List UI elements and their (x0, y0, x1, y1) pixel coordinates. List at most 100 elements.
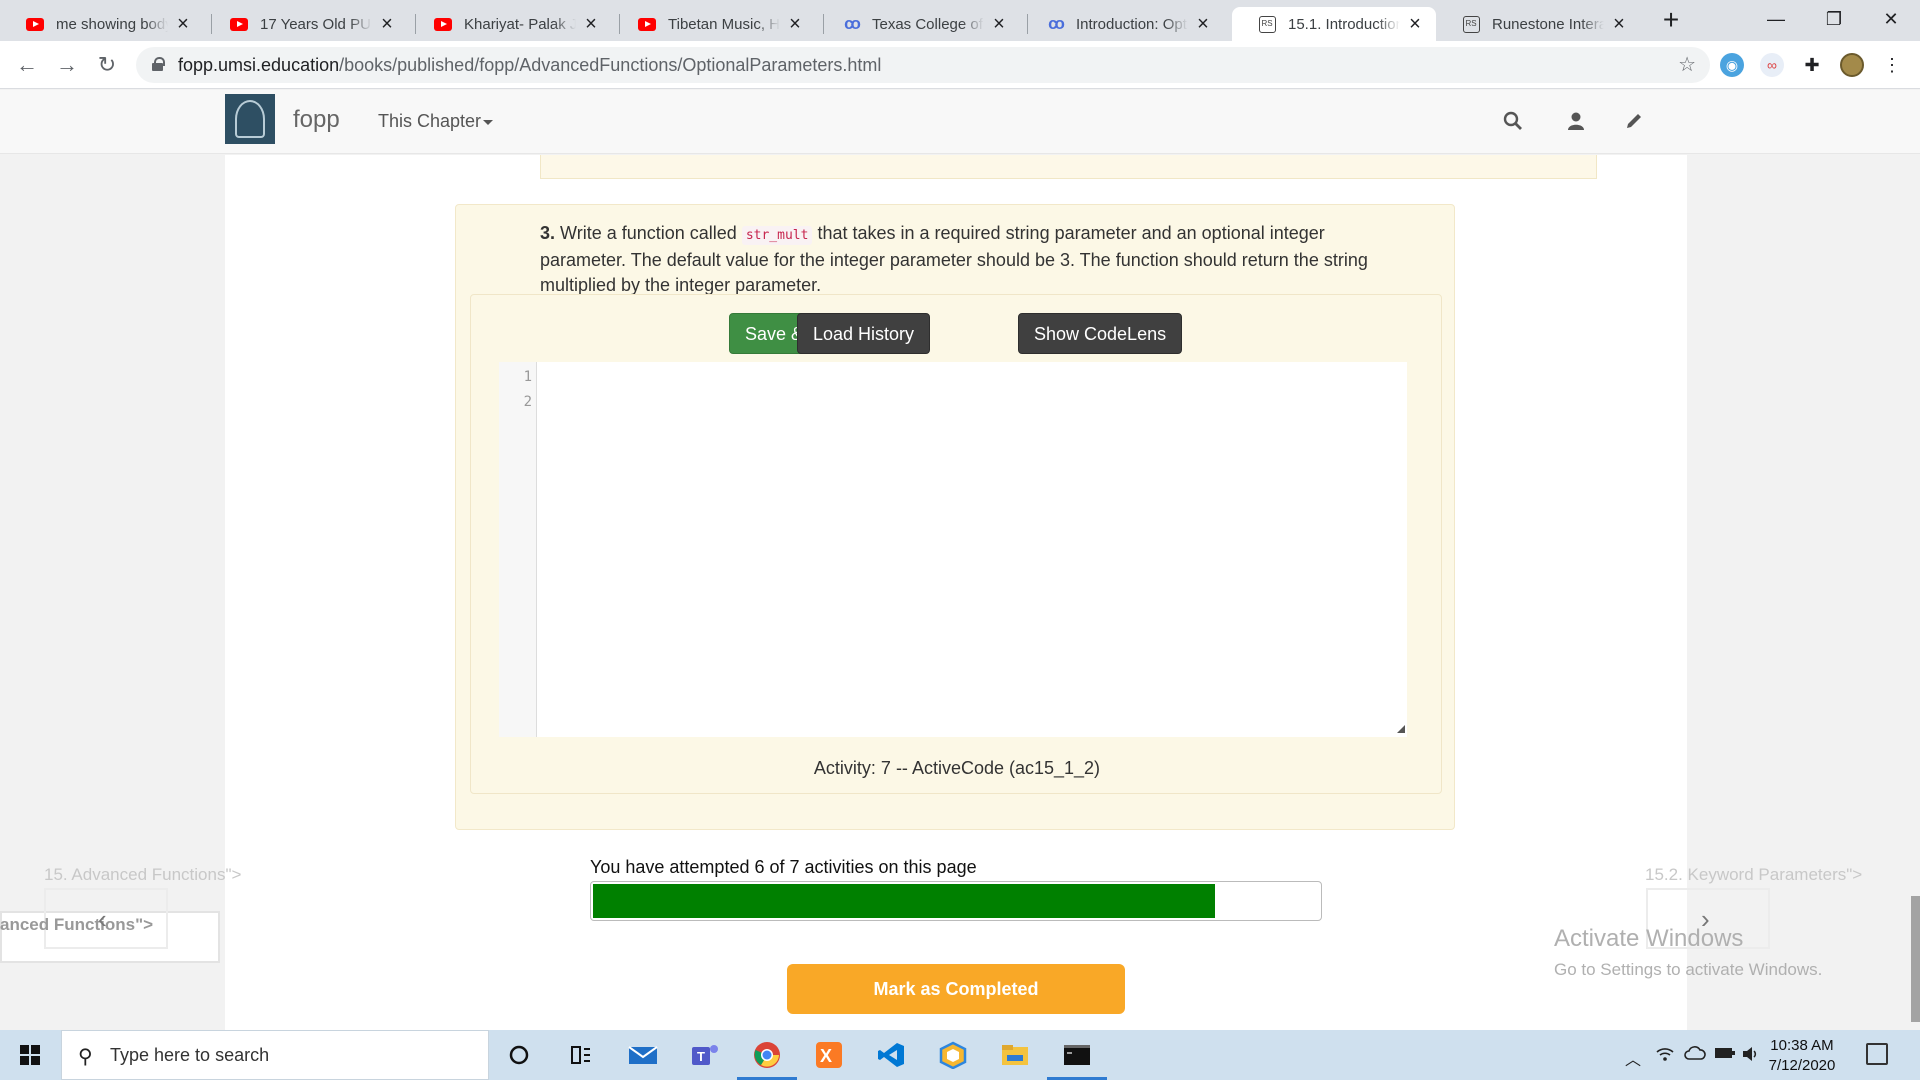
youtube-icon (434, 15, 452, 33)
bookmark-star-icon[interactable]: ☆ (1678, 47, 1696, 83)
notifications-icon[interactable] (1866, 1043, 1888, 1065)
mark-completed-button[interactable]: Mark as Completed (787, 964, 1125, 1014)
vscode-icon[interactable] (861, 1030, 921, 1080)
taskbar-search-box[interactable]: ⚲ Type here to search (61, 1030, 489, 1080)
onedrive-cloud-icon[interactable] (1684, 1046, 1706, 1065)
forward-arrow-icon[interactable]: → (53, 51, 81, 79)
browser-tab[interactable]: Khariyat- Palak Jain × (408, 7, 612, 41)
exercise-card: 3. Write a function called str_mult that… (455, 204, 1455, 830)
show-hidden-icons-chevron-icon[interactable]: ︿ (1625, 1046, 1641, 1070)
mail-icon[interactable] (613, 1030, 673, 1080)
close-icon[interactable]: × (1610, 14, 1628, 34)
pencil-icon[interactable] (1619, 106, 1649, 136)
tab-title: Khariyat- Palak Jain (464, 15, 576, 33)
resize-handle-icon[interactable] (1397, 725, 1405, 733)
lock-icon[interactable] (152, 57, 165, 71)
activecode-container: Save & Run Load History Show CodeLens 1 … (470, 294, 1442, 794)
youtube-icon (638, 15, 656, 33)
browser-tab[interactable]: me showing body × (0, 7, 204, 41)
windows-taskbar: ⚲ Type here to search T X ︿ 10:38 AM 7/1… (0, 1030, 1920, 1080)
inline-code: str_mult (741, 226, 813, 245)
browser-tab[interactable]: co Introduction: Optio × (1020, 7, 1224, 41)
minimize-button[interactable]: — (1753, 4, 1799, 34)
exercise-question: 3. Write a function called str_mult that… (540, 221, 1370, 298)
prev-page-label[interactable]: anced Functions"> (0, 912, 153, 937)
prev-page-link-text[interactable]: 15. Advanced Functions"> (44, 865, 241, 885)
chapter-dropdown[interactable]: This Chapter (378, 111, 494, 132)
search-extension-icon[interactable]: ◉ (1720, 53, 1744, 77)
tab-title: Introduction: Optio (1076, 15, 1188, 33)
puzzle-piece-icon[interactable]: ✚ (1800, 53, 1824, 77)
youtube-icon (230, 15, 248, 33)
tab-title: Tibetan Music, Hea (668, 15, 780, 33)
code-editor[interactable]: 1 2 (499, 362, 1407, 737)
browser-tab[interactable]: RS Runestone Interact × (1436, 7, 1640, 41)
back-arrow-icon[interactable]: ← (13, 51, 41, 79)
search-icon: ⚲ (78, 1046, 93, 1068)
progress-bar (590, 881, 1322, 921)
close-icon[interactable]: × (1406, 14, 1424, 34)
xampp-icon[interactable]: X (799, 1030, 859, 1080)
close-icon[interactable]: × (174, 14, 192, 34)
close-window-button[interactable]: ✕ (1868, 4, 1914, 34)
tab-title: Runestone Interact (1492, 15, 1604, 33)
progress-bar-fill (593, 884, 1215, 918)
next-page-link-text[interactable]: 15.2. Keyword Parameters"> (1645, 865, 1862, 885)
profile-avatar[interactable] (1840, 53, 1864, 77)
scrollbar-thumb[interactable] (1911, 896, 1920, 1022)
svg-text:T: T (697, 1049, 705, 1064)
extension-icon[interactable]: ∞ (1760, 53, 1784, 77)
browser-tab-active[interactable]: RS 15.1. Introduction: × (1232, 7, 1436, 41)
coursera-icon: co (1048, 14, 1065, 33)
close-icon[interactable]: × (990, 14, 1008, 34)
runestone-icon: RS (1462, 15, 1480, 33)
line-number: 2 (523, 394, 532, 410)
svg-text:X: X (820, 1046, 832, 1066)
load-history-button[interactable]: Load History (797, 313, 931, 354)
system-clock[interactable]: 10:38 AM 7/12/2020 (1752, 1036, 1852, 1076)
file-explorer-icon[interactable] (985, 1030, 1045, 1080)
tab-title: 17 Years Old PUBG (260, 15, 372, 33)
site-navbar: fopp This Chapter (0, 90, 1920, 154)
cortana-icon[interactable] (489, 1030, 549, 1080)
restore-button[interactable]: ❐ (1811, 4, 1857, 34)
close-icon[interactable]: × (378, 14, 396, 34)
progress-label: You have attempted 6 of 7 activities on … (590, 857, 977, 877)
new-tab-button[interactable]: + (1657, 6, 1685, 34)
exercise-number: 3. (540, 223, 556, 243)
user-icon[interactable] (1561, 106, 1591, 136)
search-icon[interactable] (1498, 106, 1528, 136)
wifi-icon[interactable] (1656, 1046, 1674, 1067)
url-text[interactable]: fopp.umsi.education/books/published/fopp… (178, 47, 881, 83)
clock-time: 10:38 AM (1770, 1037, 1834, 1054)
previous-exercise-block (540, 155, 1597, 179)
teams-icon[interactable]: T (675, 1030, 735, 1080)
question-text: Write a function called (560, 223, 737, 243)
browser-tab[interactable]: 17 Years Old PUBG × (204, 7, 408, 41)
app-cube-icon[interactable] (923, 1030, 983, 1080)
site-logo[interactable] (225, 94, 275, 144)
browser-tab[interactable]: Tibetan Music, Hea × (612, 7, 816, 41)
runestone-icon: RS (1258, 15, 1276, 33)
task-view-icon[interactable] (551, 1030, 611, 1080)
tab-title: 15.1. Introduction: (1288, 15, 1400, 33)
terminal-icon[interactable] (1047, 1030, 1107, 1080)
close-icon[interactable]: × (1194, 14, 1212, 34)
youtube-icon (26, 15, 44, 33)
windows-start-icon[interactable] (0, 1030, 60, 1080)
close-icon[interactable]: × (582, 14, 600, 34)
close-icon[interactable]: × (786, 14, 804, 34)
brand-link[interactable]: fopp (293, 106, 340, 134)
activate-windows-subtitle: Go to Settings to activate Windows. (1554, 960, 1823, 979)
reload-icon[interactable]: ↻ (93, 51, 121, 79)
battery-icon[interactable] (1714, 1046, 1736, 1065)
chrome-icon[interactable] (737, 1030, 797, 1080)
tab-title: me showing body (56, 15, 168, 33)
address-bar[interactable]: fopp.umsi.education/books/published/fopp… (136, 47, 1710, 83)
show-codelens-button[interactable]: Show CodeLens (1018, 313, 1183, 354)
chevron-left-icon[interactable]: ‹ (98, 904, 107, 935)
more-menu-icon[interactable]: ⋮ (1880, 53, 1904, 77)
browser-tab[interactable]: co Texas College of M × (816, 7, 1020, 41)
coursera-icon: co (844, 14, 861, 33)
line-number-gutter: 1 2 (499, 362, 537, 737)
